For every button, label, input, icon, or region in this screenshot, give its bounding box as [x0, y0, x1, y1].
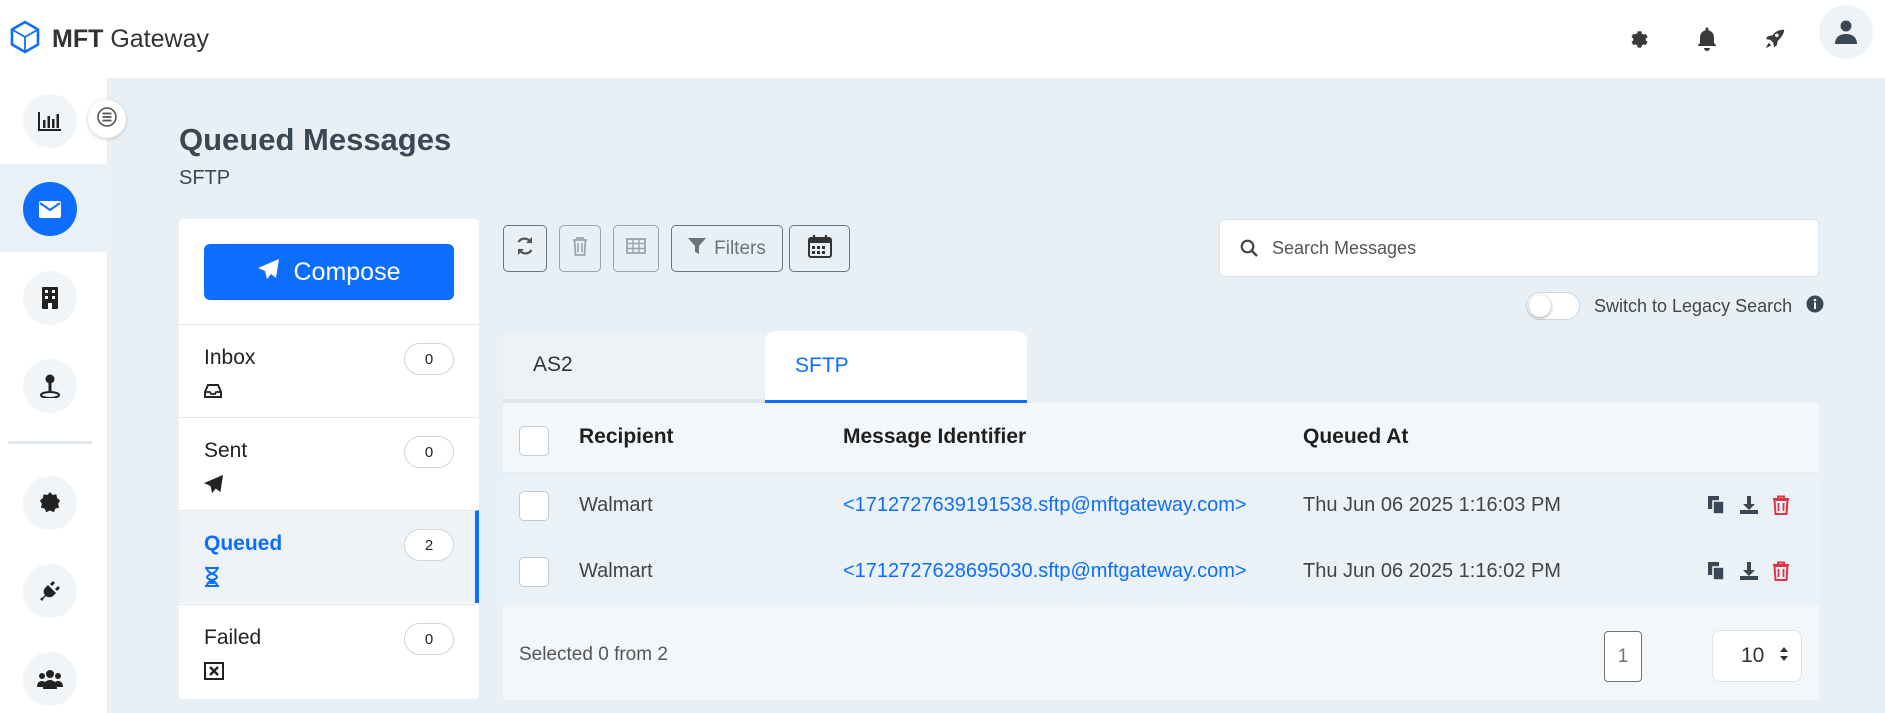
delete-selected-button[interactable] — [559, 225, 601, 272]
app-title: MFT Gateway — [52, 25, 209, 53]
calendar-icon — [807, 234, 832, 264]
download-icon[interactable] — [1739, 495, 1759, 520]
messages-table: Recipient Message Identifier Queued At W… — [503, 403, 1819, 700]
filters-label: Filters — [714, 237, 766, 259]
x-square-icon — [204, 661, 224, 681]
bell-icon[interactable] — [1682, 14, 1732, 64]
download-icon[interactable] — [1739, 561, 1759, 586]
folder-label: Inbox — [204, 346, 256, 369]
page-subtitle: SFTP — [179, 167, 231, 189]
info-icon[interactable] — [1806, 295, 1824, 318]
plug-icon[interactable] — [23, 564, 77, 618]
copy-icon[interactable] — [1706, 561, 1726, 586]
tab-sftp[interactable]: SFTP — [765, 331, 1027, 403]
row-actions — [1706, 495, 1790, 520]
folders-panel: Compose Inbox 0 Sent 0 Queued 2 Failed 0 — [179, 219, 479, 699]
envelope-icon[interactable] — [23, 182, 77, 236]
row-queued-at: Thu Jun 06 2025 1:16:02 PM — [1303, 560, 1561, 582]
table-header: Recipient Message Identifier Queued At — [503, 403, 1819, 473]
table-row[interactable]: Walmart <1712727639191538.sftp@mftgatewa… — [503, 473, 1819, 539]
trash-icon — [572, 236, 588, 262]
table-footer: Selected 0 from 2 1 10 — [503, 605, 1819, 700]
app-logo[interactable]: MFT Gateway — [10, 20, 209, 59]
rocket-icon[interactable] — [1750, 14, 1800, 64]
refresh-icon — [515, 236, 535, 262]
folder-count-badge: 0 — [404, 343, 454, 375]
legacy-search-toggle[interactable] — [1526, 292, 1580, 320]
gear-icon[interactable] — [1614, 14, 1664, 64]
left-nav-rail — [0, 78, 107, 713]
legacy-search-switch: Switch to Legacy Search — [1526, 292, 1824, 320]
row-actions — [1706, 561, 1790, 586]
folder-count-badge: 2 — [404, 529, 454, 561]
tab-as2[interactable]: AS2 — [503, 331, 765, 403]
row-checkbox[interactable] — [519, 557, 549, 587]
row-message-identifier-link[interactable]: <1712727639191538.sftp@mftgateway.com> — [843, 494, 1247, 517]
users-icon[interactable] — [23, 652, 77, 706]
per-page-select[interactable]: 10 — [1712, 630, 1802, 682]
trash-icon[interactable] — [1772, 495, 1790, 520]
folder-label: Failed — [204, 626, 262, 649]
row-recipient: Walmart — [579, 494, 653, 516]
hourglass-icon — [204, 567, 224, 587]
table-icon — [626, 237, 646, 260]
map-pin-icon[interactable] — [23, 359, 77, 413]
search-icon — [1240, 239, 1258, 257]
date-range-button[interactable] — [789, 225, 850, 272]
row-queued-at: Thu Jun 06 2025 1:16:03 PM — [1303, 494, 1561, 516]
row-recipient: Walmart — [579, 560, 653, 582]
trash-icon[interactable] — [1772, 561, 1790, 586]
folder-sent[interactable]: Sent 0 — [179, 417, 479, 510]
filter-icon — [688, 237, 707, 261]
per-page-value: 10 — [1741, 644, 1765, 667]
folder-count-badge: 0 — [404, 436, 454, 468]
page-title: Queued Messages — [179, 122, 452, 157]
search-input[interactable] — [1272, 237, 1792, 259]
folder-queued[interactable]: Queued 2 — [179, 510, 479, 603]
folder-count-badge: 0 — [404, 623, 454, 655]
user-avatar-icon[interactable] — [1819, 5, 1873, 59]
certificate-icon[interactable] — [23, 476, 77, 530]
row-message-identifier-link[interactable]: <1712727628695030.sftp@mftgateway.com> — [843, 560, 1247, 583]
compose-button[interactable]: Compose — [204, 244, 454, 300]
building-icon[interactable] — [23, 271, 77, 325]
toggle-knob — [1529, 295, 1551, 317]
hamburger-icon — [97, 106, 117, 132]
filters-button[interactable]: Filters — [671, 225, 783, 272]
menu-toggle-button[interactable] — [88, 100, 126, 138]
column-header-identifier[interactable]: Message Identifier — [843, 425, 1026, 449]
folder-label: Sent — [204, 439, 248, 462]
folder-label: Queued — [204, 532, 283, 555]
selection-count: Selected 0 from 2 — [519, 644, 668, 665]
rail-divider — [8, 441, 92, 444]
select-all-checkbox[interactable] — [519, 426, 549, 456]
search-box — [1219, 219, 1819, 277]
hexagon-logo-icon — [10, 20, 40, 59]
inbox-icon — [204, 381, 224, 401]
sort-caret-icon — [1779, 644, 1789, 668]
chart-bar-icon[interactable] — [23, 94, 77, 148]
columns-button[interactable] — [613, 225, 659, 272]
paper-plane-icon — [257, 258, 280, 287]
legacy-search-label: Switch to Legacy Search — [1594, 295, 1793, 316]
folder-inbox[interactable]: Inbox 0 — [179, 324, 479, 417]
column-header-queued-at[interactable]: Queued At — [1303, 425, 1408, 449]
folder-failed[interactable]: Failed 0 — [179, 604, 479, 697]
paper-plane-icon — [204, 474, 224, 494]
top-bar: MFT Gateway — [0, 0, 1885, 78]
copy-icon[interactable] — [1706, 495, 1726, 520]
column-header-recipient[interactable]: Recipient — [579, 425, 674, 449]
page-1-button[interactable]: 1 — [1604, 631, 1642, 682]
table-row[interactable]: Walmart <1712727628695030.sftp@mftgatewa… — [503, 539, 1819, 605]
compose-label: Compose — [293, 257, 401, 286]
row-checkbox[interactable] — [519, 491, 549, 521]
refresh-button[interactable] — [503, 225, 547, 272]
